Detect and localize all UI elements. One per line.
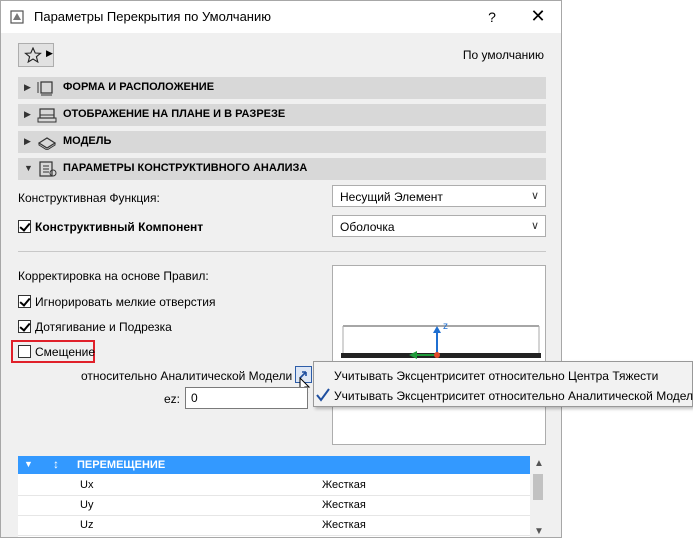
ignore-holes-label: Игнорировать мелкие отверстия bbox=[35, 295, 216, 309]
dropdown-value: Оболочка bbox=[340, 220, 395, 234]
model-icon bbox=[37, 137, 57, 150]
help-button[interactable]: ? bbox=[469, 1, 515, 33]
slab-preview-diagram: z bbox=[341, 321, 541, 359]
section-title: ФОРМА И РАСПОЛОЖЕНИЕ bbox=[63, 81, 215, 93]
ignore-holes-checkbox[interactable] bbox=[18, 295, 31, 308]
table-group-header[interactable]: ▼ ↕ ПЕРЕМЕЩЕНИЕ bbox=[18, 456, 530, 474]
row-key: Uy bbox=[80, 499, 94, 511]
collapse-arrow-icon: ▼ bbox=[24, 163, 33, 173]
structural-analysis-icon bbox=[39, 161, 57, 177]
row-value: Жесткая bbox=[322, 499, 366, 511]
chevron-down-icon: ∨ bbox=[530, 190, 539, 202]
eccentricity-menu: Учитывать Эксцентриситет относительно Це… bbox=[313, 361, 693, 407]
app-icon bbox=[10, 10, 24, 24]
close-button[interactable]: ✕ bbox=[515, 1, 561, 33]
row-value: Жесткая bbox=[322, 479, 366, 491]
section-title: ОТОБРАЖЕНИЕ НА ПЛАНЕ И В РАЗРЕЗЕ bbox=[63, 108, 286, 120]
ez-label: ez: bbox=[164, 392, 181, 406]
dialog-window: Параметры Перекрытия по Умолчанию ? ✕ ▶ … bbox=[0, 0, 562, 538]
ez-input[interactable]: 0 bbox=[185, 387, 308, 409]
check-icon bbox=[316, 388, 330, 402]
structural-function-dropdown[interactable]: Несущий Элемент ∨ bbox=[332, 185, 546, 207]
displacement-table: ▼ ↕ ПЕРЕМЕЩЕНИЕ Ux Жесткая Uy Жесткая Uz… bbox=[18, 456, 546, 537]
menu-item-analytical-model[interactable]: Учитывать Эксцентриситет относительно Ан… bbox=[334, 389, 693, 403]
extend-trim-label: Дотягивание и Подрезка bbox=[35, 320, 172, 334]
updown-arrow-icon: ↕ bbox=[53, 457, 59, 471]
rules-label: Корректировка на основе Правил: bbox=[18, 269, 209, 283]
relative-analytical-label: относительно Аналитической Модели bbox=[81, 369, 293, 383]
row-key: Ux bbox=[80, 479, 94, 491]
default-label: По умолчанию bbox=[462, 48, 544, 62]
row-key: Uz bbox=[80, 519, 94, 531]
shape-position-icon bbox=[37, 81, 53, 96]
ez-value: 0 bbox=[191, 391, 198, 405]
divider bbox=[18, 251, 546, 252]
window-title: Параметры Перекрытия по Умолчанию bbox=[34, 9, 272, 24]
row-value: Жесткая bbox=[322, 519, 366, 531]
section-title: МОДЕЛЬ bbox=[63, 135, 112, 147]
section-structural-analysis[interactable]: ▼ ПАРАМЕТРЫ КОНСТРУКТИВНОГО АНАЛИЗА bbox=[18, 158, 546, 180]
scroll-up-icon[interactable]: ▲ bbox=[534, 458, 544, 469]
section-shape-position[interactable]: ▶ ФОРМА И РАСПОЛОЖЕНИЕ bbox=[18, 77, 546, 99]
structural-component-checkbox[interactable] bbox=[18, 220, 31, 233]
chevron-down-icon: ∨ bbox=[530, 220, 539, 232]
dropdown-value: Несущий Элемент bbox=[340, 190, 443, 204]
offset-checkbox[interactable] bbox=[18, 345, 31, 358]
structural-component-dropdown[interactable]: Оболочка ∨ bbox=[332, 215, 546, 237]
table-row[interactable]: Uz Жесткая bbox=[18, 516, 530, 536]
table-row[interactable]: Uy Жесткая bbox=[18, 496, 530, 516]
scroll-thumb[interactable] bbox=[533, 474, 543, 500]
scroll-down-icon[interactable]: ▼ bbox=[534, 526, 544, 537]
offset-label: Смещение bbox=[35, 345, 96, 359]
expand-arrow-icon: ▶ bbox=[24, 136, 31, 146]
chevron-right-icon: ▶ bbox=[46, 48, 53, 58]
collapse-arrow-icon: ▼ bbox=[24, 459, 33, 469]
expand-arrow-icon: ▶ bbox=[24, 82, 31, 92]
expand-arrow-icon: ▶ bbox=[24, 109, 31, 119]
structural-component-label: Конструктивный Компонент bbox=[35, 220, 204, 234]
menu-item-center-of-gravity[interactable]: Учитывать Эксцентриситет относительно Це… bbox=[334, 369, 658, 383]
table-group-title: ПЕРЕМЕЩЕНИЕ bbox=[77, 459, 166, 471]
table-scrollbar[interactable]: ▲ ▼ bbox=[530, 456, 546, 537]
axis-z-label: z bbox=[443, 321, 448, 332]
floor-plan-icon bbox=[37, 108, 57, 123]
star-icon bbox=[24, 47, 42, 63]
section-model[interactable]: ▶ МОДЕЛЬ bbox=[18, 131, 546, 153]
section-floorplan-section[interactable]: ▶ ОТОБРАЖЕНИЕ НА ПЛАНЕ И В РАЗРЕЗЕ bbox=[18, 104, 546, 126]
preview-panel: z bbox=[332, 265, 546, 445]
table-row[interactable]: Ux Жесткая bbox=[18, 476, 530, 496]
extend-trim-checkbox[interactable] bbox=[18, 320, 31, 333]
structural-function-label: Конструктивная Функция: bbox=[18, 191, 160, 205]
favorites-button[interactable]: ▶ bbox=[18, 43, 54, 67]
title-bar: Параметры Перекрытия по Умолчанию ? ✕ bbox=[1, 1, 561, 33]
section-title: ПАРАМЕТРЫ КОНСТРУКТИВНОГО АНАЛИЗА bbox=[63, 162, 308, 174]
